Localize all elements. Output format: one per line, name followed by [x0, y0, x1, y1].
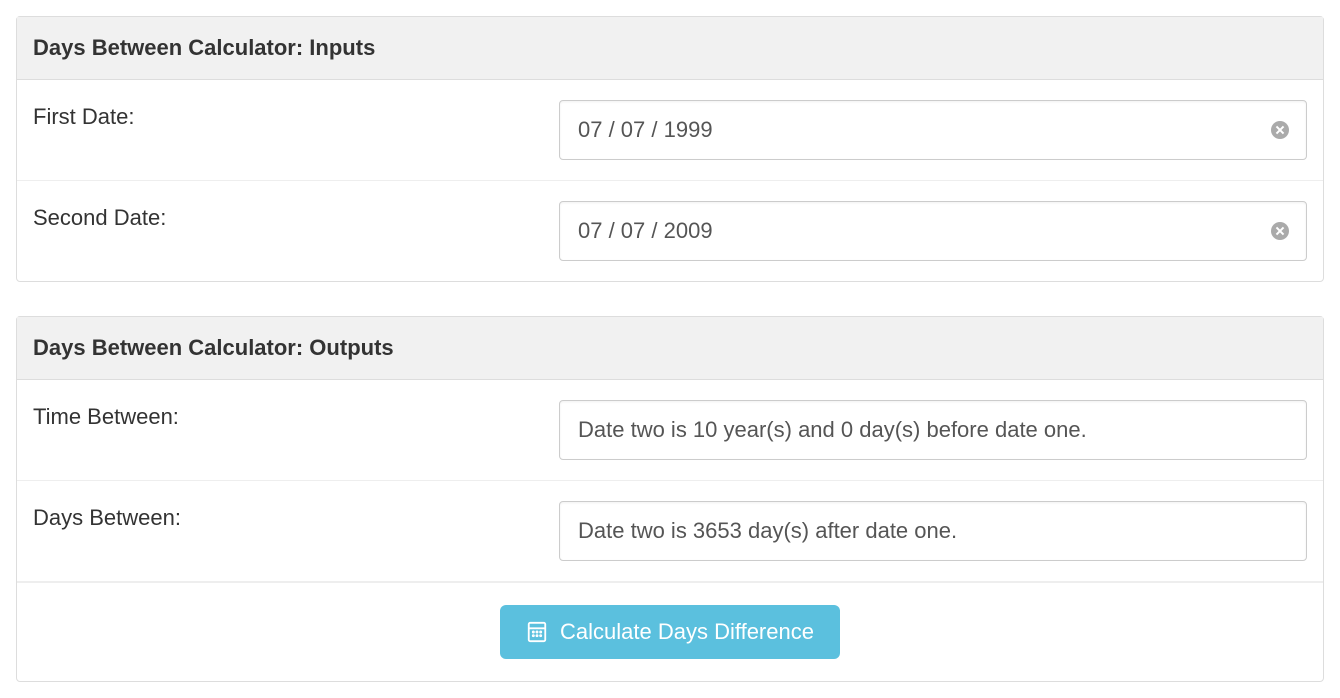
first-date-control: 07 / 07 / 1999 — [559, 100, 1307, 160]
inputs-panel-header: Days Between Calculator: Inputs — [17, 17, 1323, 80]
time-between-row: Time Between: Date two is 10 year(s) and… — [17, 380, 1323, 481]
second-date-control: 07 / 07 / 2009 — [559, 201, 1307, 261]
days-between-output: Date two is 3653 day(s) after date one. — [559, 501, 1307, 561]
inputs-panel: Days Between Calculator: Inputs First Da… — [16, 16, 1324, 282]
button-row: Calculate Days Difference — [17, 582, 1323, 681]
days-between-control: Date two is 3653 day(s) after date one. — [559, 501, 1307, 561]
first-date-row: First Date: 07 / 07 / 1999 — [17, 80, 1323, 181]
first-date-input[interactable]: 07 / 07 / 1999 — [559, 100, 1307, 160]
days-between-label: Days Between: — [33, 501, 559, 531]
time-between-output: Date two is 10 year(s) and 0 day(s) befo… — [559, 400, 1307, 460]
calculator-icon — [526, 621, 548, 643]
second-date-label: Second Date: — [33, 201, 559, 231]
calculate-button-label: Calculate Days Difference — [560, 619, 814, 645]
outputs-panel-header: Days Between Calculator: Outputs — [17, 317, 1323, 380]
first-date-label: First Date: — [33, 100, 559, 130]
second-date-row: Second Date: 07 / 07 / 2009 — [17, 181, 1323, 281]
days-between-row: Days Between: Date two is 3653 day(s) af… — [17, 481, 1323, 582]
second-date-input[interactable]: 07 / 07 / 2009 — [559, 201, 1307, 261]
outputs-panel: Days Between Calculator: Outputs Time Be… — [16, 316, 1324, 682]
calculate-button[interactable]: Calculate Days Difference — [500, 605, 840, 659]
time-between-label: Time Between: — [33, 400, 559, 430]
clear-x-icon[interactable] — [1271, 222, 1289, 240]
time-between-control: Date two is 10 year(s) and 0 day(s) befo… — [559, 400, 1307, 460]
clear-x-icon[interactable] — [1271, 121, 1289, 139]
